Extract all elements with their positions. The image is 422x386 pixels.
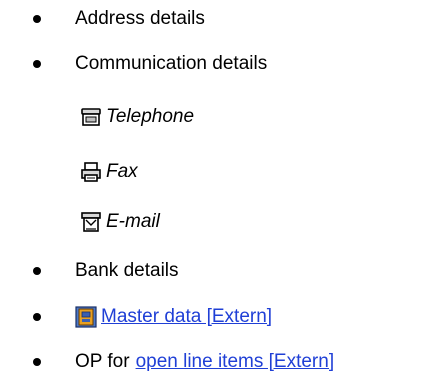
telephone-icon xyxy=(80,106,102,128)
email-label: E-mail xyxy=(106,211,160,232)
telephone-row-content: Telephone xyxy=(80,102,194,132)
fax-row-content: Fax xyxy=(80,157,138,187)
email-row-content: E-mail xyxy=(80,207,160,237)
bank-details-label: Bank details xyxy=(75,260,179,281)
telephone-label: Telephone xyxy=(106,106,195,127)
fax-icon xyxy=(80,161,102,183)
open-line-items-link[interactable]: open line items [Extern] xyxy=(136,351,335,373)
bullet xyxy=(33,313,41,321)
bullet xyxy=(33,60,41,68)
master-data-icon xyxy=(75,306,97,328)
master-data-link[interactable]: Master data [Extern] xyxy=(101,306,272,328)
fax-label: Fax xyxy=(106,161,138,182)
bullet xyxy=(33,15,41,23)
communication-details-label: Communication details xyxy=(75,53,268,74)
email-icon xyxy=(80,211,102,233)
bullet xyxy=(33,358,41,366)
bullet xyxy=(33,267,41,275)
address-details-label: Address details xyxy=(75,8,205,29)
open-line-items-row-content: OP for open line items [Extern] xyxy=(75,347,334,377)
op-prefix-label: OP for xyxy=(75,351,130,372)
master-data-row-content: Master data [Extern] xyxy=(75,302,272,332)
